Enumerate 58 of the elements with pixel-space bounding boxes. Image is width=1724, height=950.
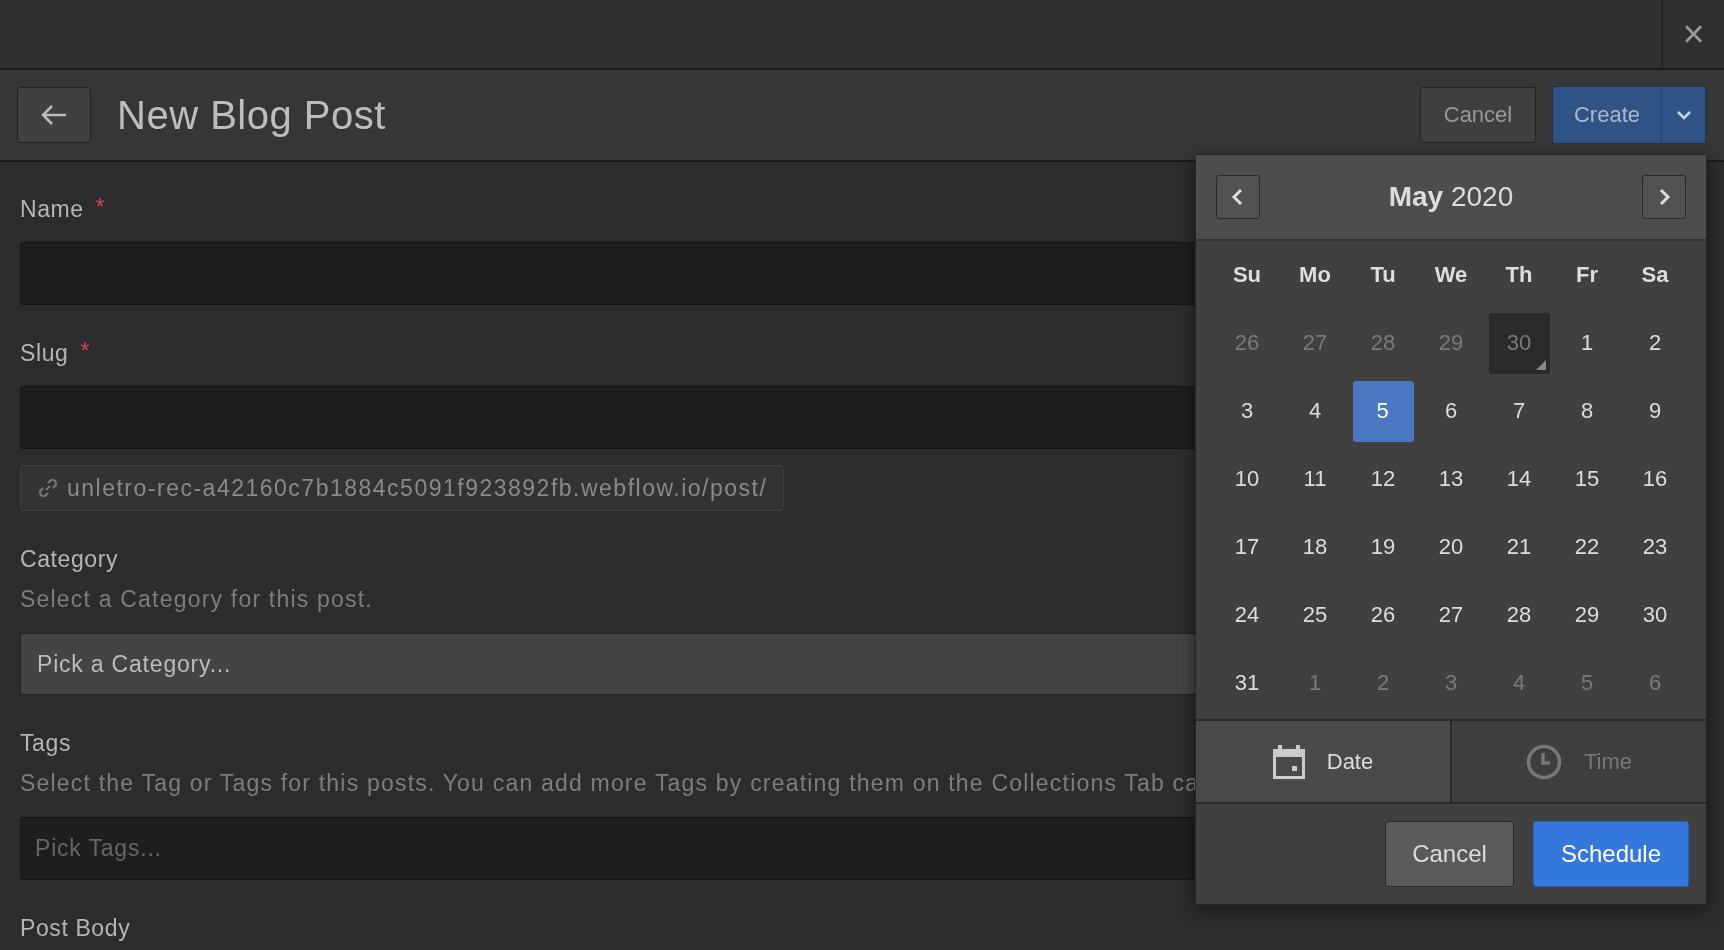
field-label: Slug — [20, 340, 69, 366]
weekday-label: Mo — [1298, 261, 1332, 289]
calendar-day[interactable]: 22 — [1556, 516, 1618, 578]
back-arrow-icon — [39, 103, 69, 127]
field-label: Name — [20, 196, 84, 222]
back-button[interactable] — [17, 87, 91, 143]
chevron-left-icon — [1231, 188, 1245, 206]
calendar-day[interactable]: 11 — [1284, 448, 1346, 510]
weekday-label: Th — [1504, 261, 1534, 289]
calendar-day[interactable]: 7 — [1488, 380, 1550, 442]
calendar-day[interactable]: 16 — [1624, 448, 1686, 510]
weekday-label: Su — [1231, 261, 1263, 289]
calendar-day[interactable]: 21 — [1488, 516, 1550, 578]
calendar-day[interactable]: 8 — [1556, 380, 1618, 442]
cancel-button[interactable]: Cancel — [1385, 821, 1514, 887]
date-tab[interactable]: Date — [1196, 721, 1450, 802]
calendar-day[interactable]: 1 — [1556, 312, 1618, 374]
link-icon — [37, 477, 59, 499]
previous-month-button[interactable] — [1216, 175, 1260, 219]
calendar-day[interactable]: 9 — [1624, 380, 1686, 442]
clock-icon — [1525, 743, 1562, 780]
close-button[interactable]: × — [1662, 0, 1724, 68]
required-asterisk: * — [80, 340, 90, 362]
weekday-label: Fr — [1575, 261, 1599, 289]
field-label: Tags — [20, 730, 71, 756]
calendar-icon — [1272, 744, 1305, 779]
field-label: Category — [20, 546, 119, 572]
calendar-day[interactable]: 17 — [1216, 516, 1278, 578]
calendar-day[interactable]: 6 — [1420, 380, 1482, 442]
weekday-label: Sa — [1640, 261, 1670, 289]
calendar-day[interactable]: 3 — [1216, 380, 1278, 442]
calendar-day[interactable]: 10 — [1216, 448, 1278, 510]
calendar-day[interactable]: 12 — [1352, 448, 1414, 510]
weekday-label: Tu — [1369, 261, 1397, 289]
create-button[interactable]: Create — [1553, 87, 1661, 143]
create-dropdown-button[interactable] — [1661, 87, 1705, 143]
calendar-day[interactable]: 2 — [1624, 312, 1686, 374]
calendar-day[interactable]: 14 — [1488, 448, 1550, 510]
calendar-day[interactable]: 13 — [1420, 448, 1482, 510]
field-description: Select a Category for this post. — [20, 586, 373, 614]
url-text: unletro-rec-a42160c7b1884c5091f923892fb.webflow.io/post/ — [67, 474, 768, 502]
cancel-button[interactable]: Cancel — [1420, 87, 1536, 143]
schedule-button[interactable]: Schedule — [1533, 821, 1689, 887]
calendar-day[interactable]: 15 — [1556, 448, 1618, 510]
page-title: New Blog Post — [117, 92, 386, 138]
caret-icon — [1675, 110, 1692, 120]
calendar-day[interactable]: 20 — [1420, 516, 1482, 578]
calendar-day[interactable]: 19 — [1352, 516, 1414, 578]
field-label: Post Body — [20, 915, 131, 941]
next-month-button[interactable] — [1642, 175, 1686, 219]
required-asterisk: * — [95, 196, 105, 218]
calendar-day[interactable]: 4 — [1284, 380, 1346, 442]
calendar-day[interactable]: 23 — [1624, 516, 1686, 578]
calendar-day[interactable]: 18 — [1284, 516, 1346, 578]
chevron-right-icon — [1657, 188, 1671, 206]
weekday-label: We — [1433, 261, 1469, 289]
calendar-day[interactable]: 5 — [1352, 380, 1414, 442]
month-title: May 2020 — [1388, 181, 1514, 213]
